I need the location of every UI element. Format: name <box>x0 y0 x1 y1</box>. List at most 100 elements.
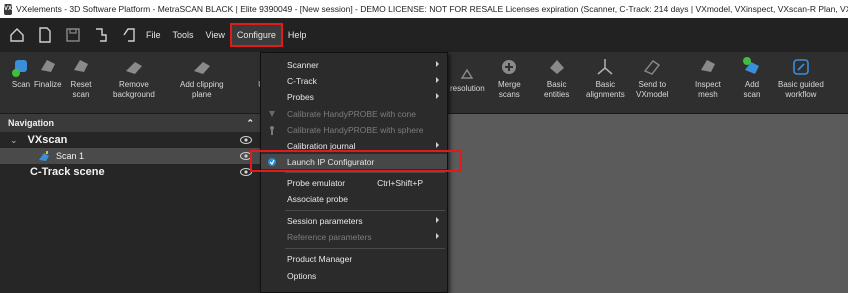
menu-item-label: C-Track <box>287 75 317 86</box>
tree-item-c-track-scene[interactable]: C-Track scene <box>0 164 262 180</box>
redo-icon[interactable] <box>118 24 140 46</box>
tree-item-label: Scan 1 <box>56 151 85 161</box>
add-scan-label: Add scan <box>743 80 761 99</box>
menu-item-session-parameters[interactable]: Session parameters <box>261 213 447 228</box>
finalize-label: Finalize <box>34 80 62 89</box>
tree-item-label: VXscan <box>27 134 68 146</box>
menu-item-probes[interactable]: Probes <box>261 89 447 104</box>
menu-item-calibrate-sphere[interactable]: Calibrate HandyPROBE with sphere <box>261 122 447 137</box>
resolution-icon <box>456 60 478 82</box>
menu-item-label: Reference parameters <box>287 231 372 242</box>
inspect-mesh-button[interactable]: Inspect mesh <box>695 56 721 100</box>
reset-scan-icon <box>70 56 92 78</box>
tree-item-label: C-Track scene <box>30 166 105 178</box>
menu-item-label: Calibrate HandyPROBE with cone <box>287 108 416 119</box>
add-clipping-plane-label: Add clipping plane <box>180 80 224 99</box>
submenu-arrow-icon <box>436 142 439 148</box>
tree-item-scan-1[interactable]: Scan 1 <box>0 148 262 164</box>
scan-label: Scan <box>11 80 31 89</box>
menu-item-label: Probes <box>287 91 314 102</box>
menu-item-label: Session parameters <box>287 215 363 226</box>
menu-item-product-manager[interactable]: Product Manager <box>261 251 447 266</box>
collapse-icon[interactable]: ⌃ <box>246 118 254 129</box>
eye-icon[interactable] <box>240 136 252 144</box>
basic-alignments-button[interactable]: Basic alignments <box>586 56 625 100</box>
clipping-plane-icon <box>191 56 213 78</box>
menu-item-c-track[interactable]: C-Track <box>261 73 447 88</box>
menu-item-label: Product Manager <box>287 253 353 264</box>
tree-item-vxscan[interactable]: ⌄ VXscan <box>0 132 262 148</box>
menu-item-label: Calibration journal <box>287 140 356 151</box>
remove-background-icon <box>123 56 145 78</box>
menu-bar: File Tools View Configure Help <box>0 18 848 52</box>
resolution-label: resolution <box>450 84 485 93</box>
scan-icon <box>10 56 32 78</box>
basic-alignments-label: Basic alignments <box>586 80 625 99</box>
basic-entities-icon <box>546 56 568 78</box>
chevron-down-icon[interactable]: ⌄ <box>10 135 18 146</box>
undo-icon[interactable] <box>90 24 112 46</box>
calibrate-sphere-icon <box>270 126 274 135</box>
basic-entities-button[interactable]: Basic entities <box>544 56 569 100</box>
send-to-vxmodel-label: Send to VXmodel <box>636 80 669 99</box>
remove-background-label: Remove background <box>113 80 155 99</box>
resolution-button[interactable]: resolution <box>450 60 485 94</box>
menu-item-scanner[interactable]: Scanner <box>261 57 447 72</box>
window-title: VXelements - 3D Software Platform - Metr… <box>16 4 848 14</box>
menu-item-label: Probe emulator <box>287 177 346 188</box>
title-bar: VX VXelements - 3D Software Platform - M… <box>0 0 848 18</box>
basic-alignments-icon <box>594 56 616 78</box>
menu-item-label: Calibrate HandyPROBE with sphere <box>287 124 424 135</box>
submenu-arrow-icon <box>436 61 439 67</box>
submenu-arrow-icon <box>436 217 439 223</box>
menu-item-associate-probe[interactable]: Associate probe <box>261 191 447 206</box>
merge-scans-button[interactable]: Merge scans <box>498 56 521 100</box>
save-icon[interactable] <box>62 24 84 46</box>
menu-item-reference-parameters[interactable]: Reference parameters <box>261 229 447 244</box>
menu-item-calibrate-cone[interactable]: Calibrate HandyPROBE with cone <box>261 106 447 121</box>
menu-help[interactable]: Help <box>282 24 313 46</box>
submenu-arrow-icon <box>436 233 439 239</box>
configure-dropdown-menu: Scanner C-Track Probes Calibrate HandyPR… <box>260 52 448 293</box>
add-scan-button[interactable]: Add scan <box>741 56 763 100</box>
navigation-title: Navigation <box>8 118 55 128</box>
merge-scans-label: Merge scans <box>498 80 521 99</box>
inspect-mesh-icon <box>697 56 719 78</box>
reset-scan-button[interactable]: Reset scan <box>70 56 92 100</box>
finalize-icon <box>37 56 59 78</box>
menu-item-label: Scanner <box>287 59 319 70</box>
app-logo-icon: VX <box>4 3 13 15</box>
menu-item-probe-emulator[interactable]: Probe emulator Ctrl+Shift+P <box>261 175 447 190</box>
highlight-annotation-box <box>250 150 462 172</box>
new-session-icon[interactable] <box>34 24 56 46</box>
navigation-panel: Navigation ⌃ ⌄ VXscan Scan 1 C-Track sce… <box>0 114 262 293</box>
basic-guided-workflow-button[interactable]: Basic guided workflow <box>778 56 824 100</box>
guided-workflow-icon <box>790 56 812 78</box>
shortcut-label: Ctrl+Shift+P <box>377 177 423 188</box>
menu-file[interactable]: File <box>140 24 167 46</box>
scan-button[interactable]: Scan <box>10 56 32 90</box>
home-icon[interactable] <box>6 24 28 46</box>
merge-scans-icon <box>498 56 520 78</box>
remove-background-button[interactable]: Remove background <box>113 56 155 100</box>
send-to-vxmodel-icon <box>641 56 663 78</box>
menu-tools[interactable]: Tools <box>167 24 200 46</box>
finalize-button[interactable]: Finalize <box>34 56 62 90</box>
submenu-arrow-icon <box>436 93 439 99</box>
reset-scan-label: Reset scan <box>70 80 92 99</box>
scan-item-icon <box>39 151 49 161</box>
menu-divider <box>285 248 445 249</box>
send-to-vxmodel-button[interactable]: Send to VXmodel <box>636 56 668 100</box>
menu-divider <box>285 172 445 173</box>
basic-guided-workflow-label: Basic guided workflow <box>778 80 824 99</box>
inspect-mesh-label: Inspect mesh <box>695 80 721 99</box>
add-clipping-plane-button[interactable]: Add clipping plane <box>180 56 224 100</box>
basic-entities-label: Basic entities <box>544 80 570 99</box>
menu-configure[interactable]: Configure <box>229 23 283 47</box>
menu-item-options[interactable]: Options <box>261 268 447 283</box>
menu-item-label: Options <box>287 270 317 281</box>
navigation-header: Navigation ⌃ <box>0 114 262 132</box>
add-scan-icon <box>741 56 763 78</box>
menu-view[interactable]: View <box>200 24 231 46</box>
menu-item-label: Associate probe <box>287 193 348 204</box>
